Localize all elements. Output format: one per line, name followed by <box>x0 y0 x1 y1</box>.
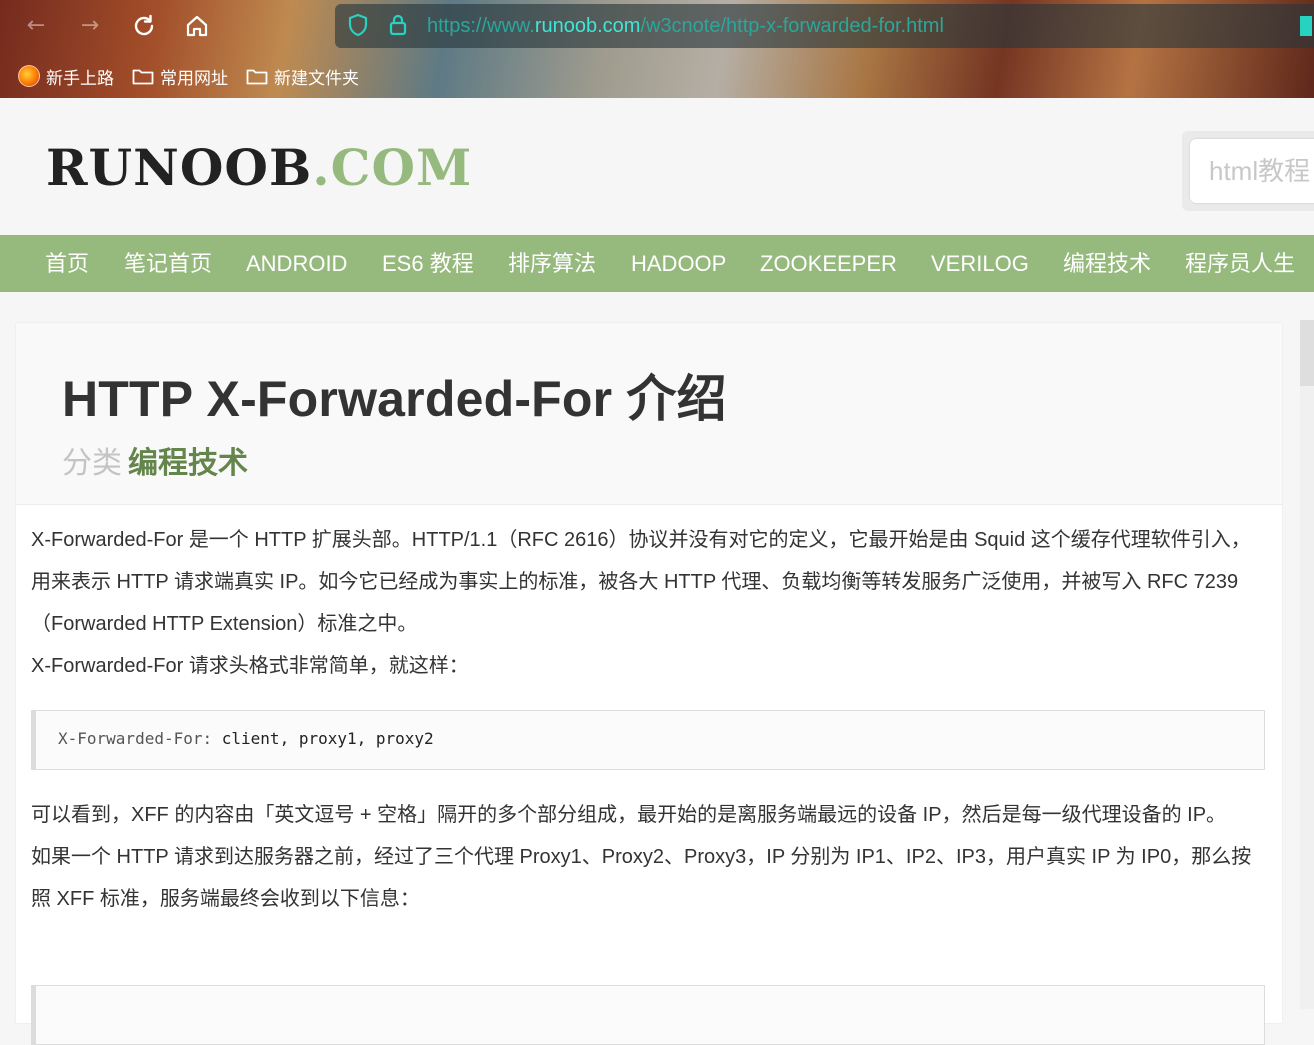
category-link[interactable]: 编程技术 <box>128 447 248 480</box>
bookmark-common-sites[interactable]: 常用网址 <box>132 64 228 89</box>
main-nav: 首页 笔记首页 ANDROID ES6 教程 排序算法 HADOOP ZOOKE… <box>0 235 1314 292</box>
browser-chrome: ← → https://www.runoob.com/w3cnote/http-… <box>0 0 1314 98</box>
nav-item-programmer-life[interactable]: 程序员人生 <box>1185 235 1295 292</box>
article-category: 分类 编程技术 <box>62 438 248 482</box>
url-path: /w3cnote/http-x-forwarded-for.html <box>640 15 944 37</box>
forward-arrow-icon[interactable]: → <box>76 12 104 40</box>
nav-item-verilog[interactable]: VERILOG <box>931 235 1029 292</box>
nav-item-programming[interactable]: 编程技术 <box>1063 235 1151 292</box>
nav-item-home[interactable]: 首页 <box>45 235 89 292</box>
shield-icon[interactable] <box>347 13 369 37</box>
site-logo[interactable]: RUNOOB.COM <box>46 140 472 196</box>
extension-icon[interactable] <box>1300 16 1312 36</box>
paragraph: 如果一个 HTTP 请求到达服务器之前，经过了三个代理 Proxy1、Proxy… <box>31 846 1252 910</box>
nav-item-hadoop[interactable]: HADOOP <box>631 235 726 292</box>
back-arrow-icon[interactable]: ← <box>22 12 50 40</box>
nav-item-notes-home[interactable]: 笔记首页 <box>124 235 212 292</box>
scrollbar[interactable] <box>1300 320 1314 1009</box>
code-key: X-Forwarded-For: <box>58 729 213 748</box>
url-text[interactable]: https://www.runoob.com/w3cnote/http-x-fo… <box>427 13 944 39</box>
search-input[interactable] <box>1190 139 1314 203</box>
bookmark-label: 新建文件夹 <box>274 68 359 88</box>
nav-item-android[interactable]: ANDROID <box>246 235 347 292</box>
scrollbar-thumb[interactable] <box>1300 320 1314 386</box>
bookmark-label: 常用网址 <box>160 68 228 88</box>
url-host: runoob.com <box>534 15 641 37</box>
bookmark-new-folder[interactable]: 新建文件夹 <box>246 64 359 89</box>
home-icon[interactable] <box>183 12 211 40</box>
paragraph: X-Forwarded-For 请求头格式非常简单，就这样： <box>31 655 469 677</box>
bookmark-getting-started[interactable]: 新手上路 <box>18 64 114 89</box>
url-scheme: https://www. <box>427 15 535 37</box>
code-block: X-Forwarded-For: client, proxy1, proxy2 <box>31 710 1265 770</box>
firefox-icon <box>18 65 40 87</box>
bookmarks-bar: 新手上路 常用网址 新建文件夹 <box>0 62 359 90</box>
search-box <box>1182 131 1314 211</box>
logo-dot: . <box>312 138 331 197</box>
article-explanation: 可以看到，XFF 的内容由「英文逗号 + 空格」隔开的多个部分组成，最开始的是离… <box>31 794 1267 920</box>
address-bar[interactable]: https://www.runoob.com/w3cnote/http-x-fo… <box>335 4 1314 48</box>
nav-item-es6[interactable]: ES6 教程 <box>382 235 474 292</box>
lock-icon[interactable] <box>387 13 409 37</box>
logo-main: RUNOOB <box>46 138 313 197</box>
site-header: RUNOOB.COM <box>0 98 1314 235</box>
article-intro: X-Forwarded-For 是一个 HTTP 扩展头部。HTTP/1.1（R… <box>31 519 1267 687</box>
page-title: HTTP X-Forwarded-For 介绍 <box>62 371 727 427</box>
bookmark-label: 新手上路 <box>46 68 114 88</box>
category-label: 分类 <box>62 447 122 480</box>
code-block <box>31 985 1265 1045</box>
article: HTTP X-Forwarded-For 介绍 分类 编程技术 X-Forward… <box>16 323 1282 1045</box>
folder-icon <box>132 69 154 85</box>
paragraph: X-Forwarded-For 是一个 HTTP 扩展头部。HTTP/1.1（R… <box>31 529 1251 635</box>
folder-icon <box>246 69 268 85</box>
logo-com: COM <box>330 138 473 197</box>
reload-icon[interactable] <box>130 12 158 40</box>
code-line: X-Forwarded-For: client, proxy1, proxy2 <box>58 729 434 748</box>
nav-item-zookeeper[interactable]: ZOOKEEPER <box>760 235 897 292</box>
paragraph: 可以看到，XFF 的内容由「英文逗号 + 空格」隔开的多个部分组成，最开始的是离… <box>31 804 1227 826</box>
article-header: HTTP X-Forwarded-For 介绍 分类 编程技术 <box>16 323 1282 505</box>
code-values: client, proxy1, proxy2 <box>221 729 434 748</box>
nav-item-sorting[interactable]: 排序算法 <box>508 235 596 292</box>
